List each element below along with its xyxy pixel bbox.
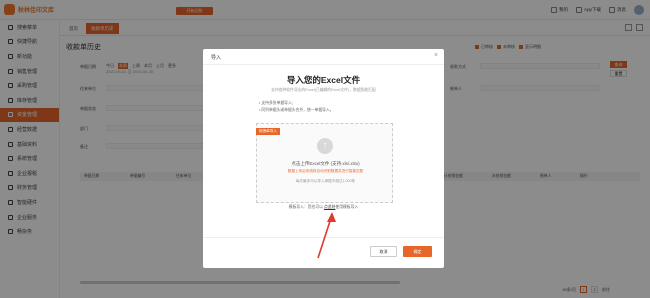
drop-tag-badge: 拖拽单导入 [256,128,280,135]
modal-footer-divider [203,237,444,238]
import-note: • 同列单据头或单据头合并，统一单据导入。 [259,108,334,112]
import-dialog: 导入 × 导入您的Excel文件 支持各种软件导出的Excel(已编辑的Exce… [203,49,444,268]
modal-title: 导入 [211,55,222,61]
cancel-button[interactable]: 取消 [370,246,397,257]
upload-primary-text: 点击上传Excel文件 (支持.xls/.xlsx) [291,161,360,166]
import-subtitle: 支持各种软件导出的Excel(已编辑的Excel文件)，数据智能匹配 [271,88,376,92]
import-heading: 导入您的Excel文件 [286,75,361,85]
close-icon[interactable]: × [434,52,438,59]
upload-arrow-icon: ↑ [317,138,333,154]
import-note: • 支持多张单据导入； [259,101,296,105]
modal-header: 导入 × [203,49,444,65]
upload-limit-text: 每次最多可以导入单据不超过1,000条 [295,179,356,183]
upload-dropzone[interactable]: 拖拽单导入 ↑ 点击上传Excel文件 (支持.xls/.xlsx) 数据上传后… [256,123,393,203]
template-import-help: 模板导入：您也可以 点此处使用模板导入 [288,205,359,209]
template-link[interactable]: 点此处 [324,205,335,209]
upload-secondary-text: 数据上传后系统将自动识别数据并进行智能匹配 [287,169,364,173]
confirm-button[interactable]: 确定 [403,246,432,257]
